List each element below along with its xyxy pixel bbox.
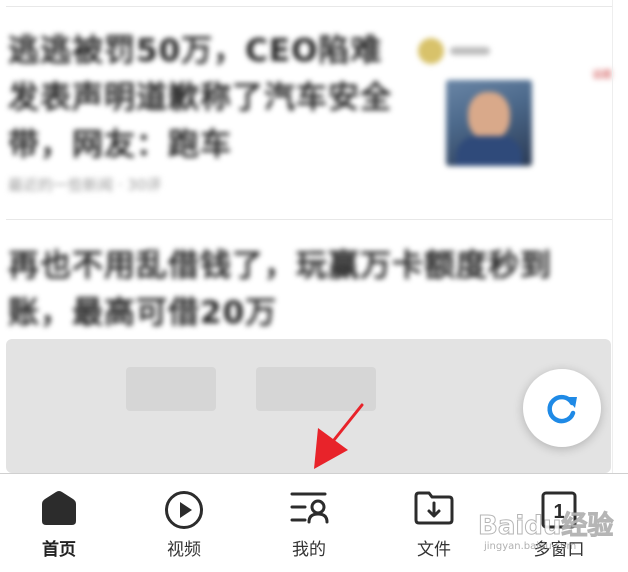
refresh-icon (547, 394, 577, 424)
profile-list-icon (289, 490, 329, 530)
tab-files-label: 文件 (417, 540, 451, 560)
tab-video-label: 视频 (167, 540, 201, 560)
article-1-author (418, 38, 490, 64)
article-1-title[interactable]: 逃逃被罚50万，CEO陷难发表声明道歉称了汽车安全带，网友：跑车 (8, 28, 403, 169)
ad-ghost-block (256, 367, 376, 411)
article-2-title[interactable]: 再也不用乱借钱了，玩赢万卡额度秒到账，最高可借20万 (8, 243, 598, 337)
article-1-thumbnail[interactable] (446, 80, 532, 166)
tab-home-label: 首页 (42, 540, 76, 560)
play-circle-icon (164, 490, 204, 534)
tab-windows[interactable]: 1 多窗口 (509, 474, 609, 572)
article-divider (6, 219, 612, 220)
article-1-side-tag: 话题 (592, 70, 612, 81)
tab-mine-label: 我的 (292, 540, 326, 560)
article-1-meta: 最近的一些新闻 · 30评 (8, 176, 162, 194)
window-count-badge: 1 (553, 501, 564, 523)
folder-download-icon (413, 490, 455, 530)
author-name-placeholder (450, 47, 490, 55)
tab-files[interactable]: 文件 (384, 474, 484, 572)
tab-home[interactable]: 首页 (9, 474, 109, 572)
window-count-icon: 1 (540, 490, 578, 534)
ad-image-placeholder[interactable] (6, 339, 611, 473)
home-icon (40, 490, 78, 530)
tab-windows-label: 多窗口 (533, 540, 585, 560)
refresh-button[interactable] (523, 369, 601, 447)
thumbnail-body (456, 136, 522, 166)
bottom-tab-bar: 首页 视频 我的 文件 1 多窗口 (0, 473, 628, 572)
right-edge-rule (612, 0, 613, 473)
author-avatar (418, 38, 444, 64)
top-divider (6, 6, 612, 7)
tab-video[interactable]: 视频 (134, 474, 234, 572)
thumbnail-face (468, 92, 510, 140)
tab-mine[interactable]: 我的 (259, 474, 359, 572)
news-feed: 逃逃被罚50万，CEO陷难发表声明道歉称了汽车安全带，网友：跑车 最近的一些新闻… (0, 0, 628, 473)
ad-ghost-block (126, 367, 216, 411)
